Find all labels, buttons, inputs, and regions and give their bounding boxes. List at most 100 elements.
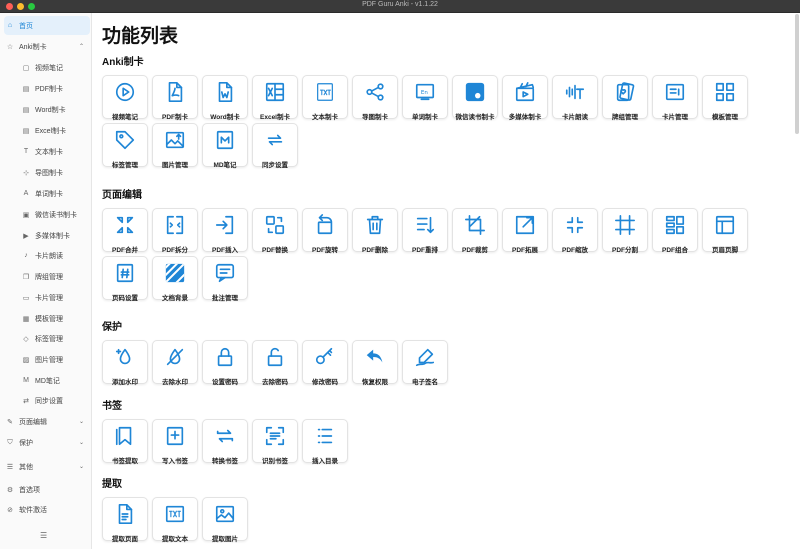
feature-card-image-upload[interactable]: 图片管理 — [152, 123, 198, 169]
sidebar-item-3[interactable]: ▤ PDF制卡 — [20, 79, 90, 98]
sidebar-item-6[interactable]: T 文本制卡 — [20, 142, 90, 161]
scrollbar[interactable] — [795, 14, 799, 134]
sidebar-item-5[interactable]: ▤ Excel制卡 — [20, 121, 90, 140]
feature-card-wechat-book[interactable]: 微信读书制卡 — [452, 75, 498, 121]
sidebar-item-22[interactable]: ⚙ 首选项 — [4, 480, 90, 499]
section-title-2: 保护 — [102, 322, 122, 333]
feature-card-extract-page[interactable]: 提取页面 — [102, 497, 148, 543]
feature-card-header-footer[interactable]: 页眉页脚 — [702, 208, 748, 254]
feature-card-toc[interactable]: 插入目录 — [302, 419, 348, 465]
sidebar-item-18[interactable]: ⇄ 同步设置 — [20, 391, 90, 410]
feature-card-undo-arrow[interactable]: 恢复权限 — [352, 340, 398, 386]
feature-card-md-file[interactable]: MD笔记 — [202, 123, 248, 169]
word-icon: ▤ — [22, 106, 30, 114]
feature-card-expand[interactable]: PDF拓展 — [502, 208, 548, 254]
feature-card-label: PDF组合 — [662, 247, 688, 254]
video-icon: ▢ — [22, 64, 30, 72]
feature-card-label: 文档背景 — [162, 295, 188, 302]
feature-card-insert[interactable]: PDF插入 — [202, 208, 248, 254]
section-title-1: 页面编辑 — [102, 190, 142, 201]
text-icon: T — [23, 148, 29, 155]
feature-card-cards-stack[interactable]: 牌组管理 — [602, 75, 648, 121]
image-icon: ▨ — [22, 356, 30, 364]
feature-card-label: PDF重排 — [412, 247, 438, 254]
feature-card-background[interactable]: 文档背景 — [152, 256, 198, 302]
feature-card-label: 卡片管理 — [662, 114, 688, 121]
feature-card-convert[interactable]: 转换书签 — [202, 419, 248, 465]
sidebar-item-4[interactable]: ▤ Word制卡 — [20, 100, 90, 119]
sidebar-item-20[interactable]: ⛉ 保护 ⌄ — [4, 433, 90, 452]
sidebar-collapse-icon[interactable]: ☰ — [40, 531, 47, 540]
sidebar-item-21[interactable]: ☰ 其他 ⌄ — [4, 457, 90, 476]
feature-card-rotate[interactable]: PDF旋转 — [302, 208, 348, 254]
feature-card-replace[interactable]: PDF替换 — [252, 208, 298, 254]
feature-card-extract-text[interactable]: 提取文本 — [152, 497, 198, 543]
feature-card-label: Word制卡 — [210, 114, 240, 121]
shield-icon: ⛉ — [7, 438, 13, 446]
feature-card-card-list[interactable]: 卡片管理 — [652, 75, 698, 121]
sidebar-item-23[interactable]: ⊘ 软件激活 — [4, 500, 90, 519]
feature-card-label: 导图制卡 — [362, 114, 388, 121]
feature-card-label: 插入目录 — [312, 458, 338, 465]
sidebar-item-8[interactable]: A 单词制卡 — [20, 184, 90, 203]
feature-card-sync-cloud[interactable]: 同步设置 — [252, 123, 298, 169]
feature-card-watermark-remove[interactable]: 去除水印 — [152, 340, 198, 386]
feature-card-watermark-add[interactable]: 添加水印 — [102, 340, 148, 386]
feature-card-crop[interactable]: PDF裁剪 — [452, 208, 498, 254]
feature-card-cut-grid[interactable]: PDF分割 — [602, 208, 648, 254]
feature-card-label: PDF拆分 — [162, 247, 188, 254]
feature-card-extract-image[interactable]: 提取图片 — [202, 497, 248, 543]
feature-card-txt-file[interactable]: 文本制卡 — [302, 75, 348, 121]
feature-card-voice-text[interactable]: 卡片朗读 — [552, 75, 598, 121]
feature-card-template-grid[interactable]: 模板管理 — [702, 75, 748, 121]
feature-card-tag[interactable]: 标签管理 — [102, 123, 148, 169]
sidebar-item-label: 多媒体制卡 — [35, 232, 70, 240]
signature-icon — [414, 346, 436, 373]
feature-card-excel-file[interactable]: Excel制卡 — [252, 75, 298, 121]
feature-card-page-number[interactable]: 页码设置 — [102, 256, 148, 302]
window-title: PDF Guru Anki - v1.1.22 — [362, 1, 438, 8]
tag-icon — [114, 129, 136, 156]
sidebar-item-2[interactable]: ▢ 视频笔记 — [20, 58, 90, 77]
feature-card-shrink[interactable]: PDF缩放 — [552, 208, 598, 254]
sidebar-item-13[interactable]: ▭ 卡片管理 — [20, 288, 90, 307]
en-card-icon: En — [414, 81, 436, 108]
sidebar-item-15[interactable]: ◇ 标签管理 — [20, 329, 90, 348]
feature-card-key[interactable]: 修改密码 — [302, 340, 348, 386]
sidebar-item-19[interactable]: ✎ 页面编辑 ⌄ — [4, 412, 90, 431]
sidebar-item-7[interactable]: ⊹ 导图制卡 — [20, 163, 90, 182]
sidebar-item-1[interactable]: ☆ Anki制卡 ⌃ — [4, 37, 90, 56]
feature-card-split[interactable]: PDF拆分 — [152, 208, 198, 254]
feature-card-bookmark-add[interactable]: 写入书签 — [152, 419, 198, 465]
feature-card-comment[interactable]: 批注管理 — [202, 256, 248, 302]
sidebar-item-14[interactable]: ▦ 模板管理 — [20, 309, 90, 328]
feature-card-merge[interactable]: PDF合并 — [102, 208, 148, 254]
window-titlebar: PDF Guru Anki - v1.1.22 — [0, 0, 800, 13]
feature-card-bookmark[interactable]: 书签提取 — [102, 419, 148, 465]
feature-card-share-nodes[interactable]: 导图制卡 — [352, 75, 398, 121]
feature-card-unlock[interactable]: 去除密码 — [252, 340, 298, 386]
sidebar-item-9[interactable]: ▣ 微信读书制卡 — [20, 205, 90, 224]
feature-card-word-file[interactable]: Word制卡 — [202, 75, 248, 121]
feature-card-lock[interactable]: 设置密码 — [202, 340, 248, 386]
bookmark-icon — [114, 425, 136, 452]
sidebar-item-0[interactable]: ⌂ 首页 — [4, 16, 90, 35]
svg-text:En: En — [421, 90, 428, 96]
feature-card-en-card[interactable]: En 单词制卡 — [402, 75, 448, 121]
feature-card-scan[interactable]: 识别书签 — [252, 419, 298, 465]
feature-card-signature[interactable]: 电子签名 — [402, 340, 448, 386]
sidebar-item-12[interactable]: ❐ 牌组管理 — [20, 267, 90, 286]
feature-card-combine[interactable]: PDF组合 — [652, 208, 698, 254]
sidebar-item-10[interactable]: ▶ 多媒体制卡 — [20, 226, 90, 245]
sidebar-item-17[interactable]: M MD笔记 — [20, 371, 90, 390]
image-upload-icon — [164, 129, 186, 156]
sidebar-item-16[interactable]: ▨ 图片管理 — [20, 350, 90, 369]
feature-card-label: PDF删除 — [362, 247, 388, 254]
template-icon: ▦ — [22, 315, 30, 323]
feature-card-clapper[interactable]: 多媒体制卡 — [502, 75, 548, 121]
feature-card-reorder[interactable]: PDF重排 — [402, 208, 448, 254]
feature-card-pdf-file[interactable]: PDF制卡 — [152, 75, 198, 121]
feature-card-trash[interactable]: PDF删除 — [352, 208, 398, 254]
sidebar-item-11[interactable]: ♪ 卡片朗读 — [20, 246, 90, 265]
feature-card-play-circle[interactable]: 视频笔记 — [102, 75, 148, 121]
